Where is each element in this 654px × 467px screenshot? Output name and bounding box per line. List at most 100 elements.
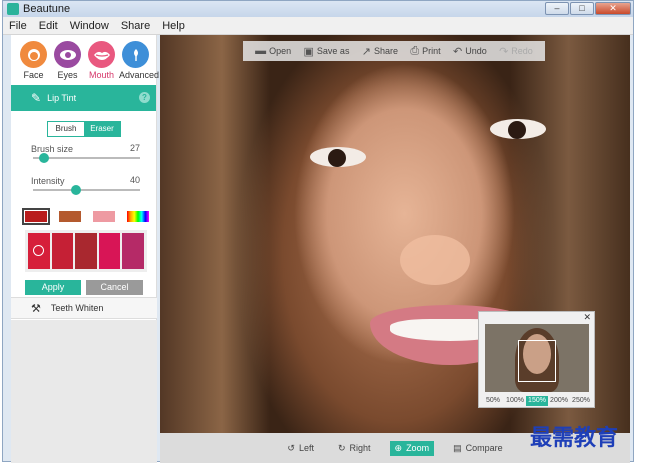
rotate-right-label: Right: [349, 443, 371, 453]
flower-icon: [122, 41, 149, 68]
undo-label: Undo: [465, 46, 487, 56]
rotate-left-icon: ↺: [287, 442, 295, 453]
navigator-viewport[interactable]: [518, 340, 556, 382]
cancel-button[interactable]: Cancel: [86, 280, 143, 295]
menu-share[interactable]: Share: [115, 20, 156, 32]
apply-button[interactable]: Apply: [25, 280, 81, 295]
folder-icon: ▬: [255, 45, 267, 57]
photo-nose: [400, 235, 470, 285]
photo-right-eye: [490, 119, 546, 139]
brush-size-knob[interactable]: [38, 153, 49, 163]
zoom-250[interactable]: 250%: [570, 396, 592, 406]
zoom-button[interactable]: ⊕ Zoom: [389, 440, 435, 456]
tab-face[interactable]: Face: [17, 41, 50, 85]
rotate-left-label: Left: [298, 443, 314, 453]
top-toolbar: ▬ Open ▣ Save as ↗ Share ⎙ Print ↶ Undo …: [243, 41, 545, 61]
face-icon: [20, 41, 47, 68]
brush-size-track[interactable]: [33, 157, 140, 159]
menu-help[interactable]: Help: [156, 20, 191, 32]
swatch-brown[interactable]: [59, 211, 81, 222]
navigator-panel: ✕ 50% 100% 150% 200% 250%: [478, 311, 595, 408]
undo-icon: ↶: [453, 45, 463, 58]
brush-mode-button[interactable]: Brush: [48, 122, 84, 136]
lips-icon: [88, 41, 115, 68]
intensity-value: 40: [129, 175, 140, 185]
zoom-150[interactable]: 150%: [526, 396, 548, 406]
redo-button[interactable]: ↷ Redo: [499, 45, 533, 58]
zoom-label: Zoom: [406, 443, 430, 453]
color-family-row: [22, 208, 156, 225]
open-label: Open: [269, 46, 292, 56]
palette-color-5[interactable]: [122, 233, 144, 269]
palette-color-4[interactable]: [98, 233, 121, 269]
photo-left-eye: [310, 147, 366, 167]
window-controls: – □ ✕: [545, 2, 631, 15]
eraser-mode-button[interactable]: Eraser: [84, 122, 120, 136]
maximize-button[interactable]: □: [570, 2, 594, 15]
brush-eraser-toggle: Brush Eraser: [47, 121, 121, 137]
lip-tint-icon: ✎: [31, 91, 42, 105]
compare-button[interactable]: ▤ Compare: [448, 441, 508, 456]
menu-edit[interactable]: Edit: [33, 20, 64, 32]
zoom-100[interactable]: 100%: [504, 396, 526, 406]
share-button[interactable]: ↗ Share: [362, 45, 398, 58]
undo-button[interactable]: ↶ Undo: [453, 45, 487, 58]
lip-tint-title: Lip Tint: [47, 93, 77, 103]
palette-color-3[interactable]: [75, 233, 97, 269]
app-window: Beautune – □ ✕ File Edit Window Share He…: [2, 0, 634, 463]
share-label: Share: [374, 46, 399, 56]
compare-icon: ▤: [453, 442, 462, 453]
tab-mouth[interactable]: Mouth: [85, 41, 118, 85]
tab-eyes-label: Eyes: [57, 70, 78, 80]
print-label: Print: [422, 46, 441, 56]
navigator-thumbnail[interactable]: [485, 324, 589, 392]
rotate-left-button[interactable]: ↺ Left: [282, 441, 319, 456]
tab-mouth-label: Mouth: [88, 70, 114, 80]
intensity-knob[interactable]: [70, 185, 81, 195]
intensity-label: Intensity: [31, 176, 65, 186]
zoom-200[interactable]: 200%: [548, 396, 570, 406]
open-button[interactable]: ▬ Open: [255, 45, 291, 57]
tab-advanced[interactable]: Advanced: [119, 41, 160, 85]
tab-eyes[interactable]: Eyes: [51, 41, 84, 85]
brush-size-value: 27: [129, 143, 140, 153]
brush-size-label: Brush size: [31, 144, 74, 154]
minimize-button[interactable]: –: [545, 2, 569, 15]
compare-label: Compare: [465, 443, 503, 453]
teeth-whiten-row[interactable]: ⚒ Teeth Whiten: [11, 297, 157, 319]
title-bar: Beautune – □ ✕: [3, 1, 633, 17]
lip-color-palette: [25, 230, 147, 272]
palette-color-1[interactable]: [28, 233, 50, 269]
teeth-icon: ⚒: [31, 302, 41, 315]
save-icon: ▣: [303, 45, 314, 58]
app-logo-icon: [7, 3, 19, 15]
redo-label: Redo: [511, 46, 533, 56]
category-tabs: Face Eyes Mouth Advanced: [11, 35, 160, 85]
menu-file[interactable]: File: [3, 20, 33, 32]
help-icon[interactable]: ?: [139, 92, 150, 103]
palette-color-2[interactable]: [51, 233, 74, 269]
photo-hair-left: [160, 35, 270, 433]
close-button[interactable]: ✕: [595, 2, 631, 15]
navigator-close-icon[interactable]: ✕: [583, 312, 591, 323]
zoom-presets: 50% 100% 150% 200% 250%: [482, 396, 592, 406]
tab-face-label: Face: [23, 70, 44, 80]
eye-icon: [54, 41, 81, 68]
redo-icon: ↷: [499, 45, 509, 58]
intensity-track[interactable]: [33, 189, 140, 191]
swatch-custom[interactable]: [127, 211, 149, 222]
action-row: Apply Cancel: [25, 280, 156, 295]
menu-window[interactable]: Window: [64, 20, 115, 32]
brush-size-slider: Brush size 27: [31, 143, 140, 169]
tab-advanced-label: Advanced: [119, 70, 160, 80]
lip-tint-header[interactable]: ✎ Lip Tint ?: [11, 85, 156, 111]
zoom-50[interactable]: 50%: [482, 396, 504, 406]
zoom-icon: ⊕: [394, 442, 403, 453]
save-as-button[interactable]: ▣ Save as: [304, 45, 350, 58]
print-button[interactable]: ⎙ Print: [410, 45, 440, 58]
share-icon: ↗: [361, 45, 371, 58]
rotate-right-button[interactable]: ↻ Right: [333, 441, 376, 456]
window-title: Beautune: [23, 3, 71, 15]
swatch-pink[interactable]: [93, 211, 115, 222]
swatch-red[interactable]: [22, 208, 50, 225]
